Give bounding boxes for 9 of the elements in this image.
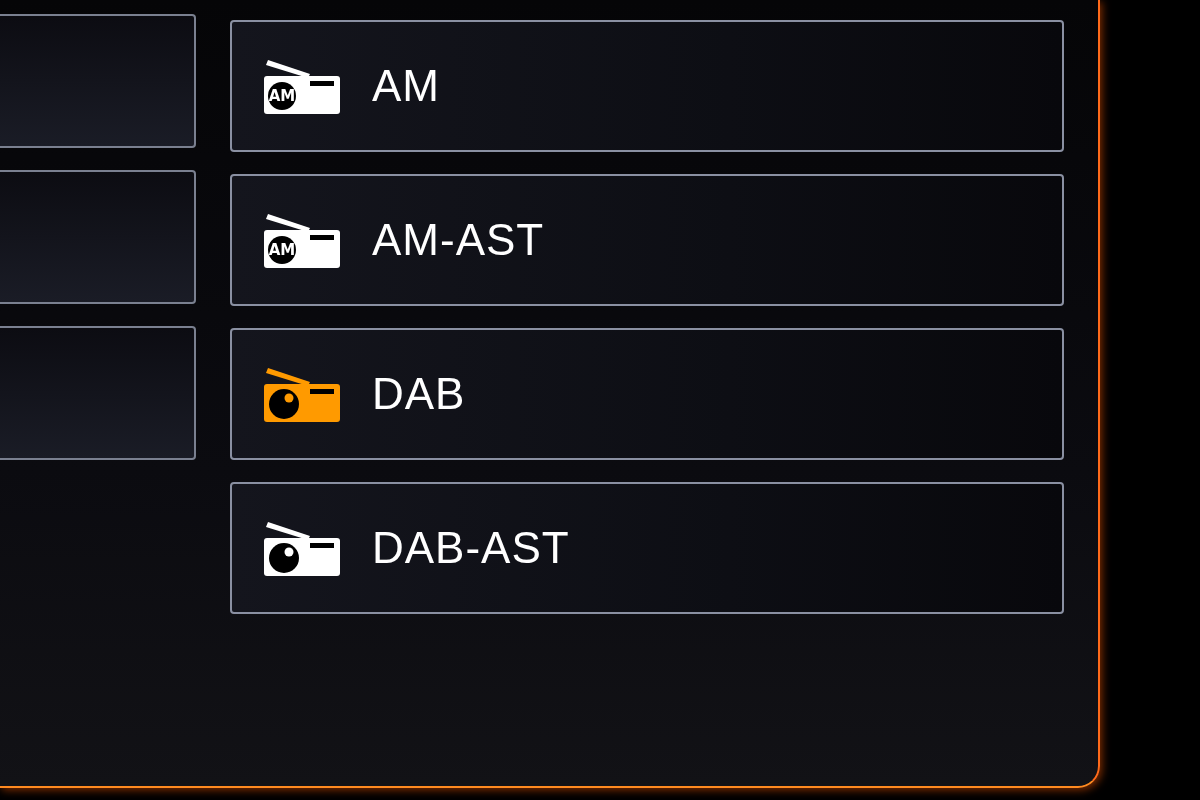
menu-button[interactable] [0, 14, 196, 148]
menu-button[interactable] [0, 326, 196, 460]
source-button[interactable]: AM AM [230, 20, 1064, 152]
icon-label: AM [268, 241, 296, 259]
source-button[interactable]: DAB-AST [230, 482, 1064, 614]
source-button[interactable]: AM AM-AST [230, 174, 1064, 306]
menu-button[interactable] [0, 170, 196, 304]
source-button[interactable]: DAB [230, 328, 1064, 460]
icon-label: AM [268, 87, 296, 105]
